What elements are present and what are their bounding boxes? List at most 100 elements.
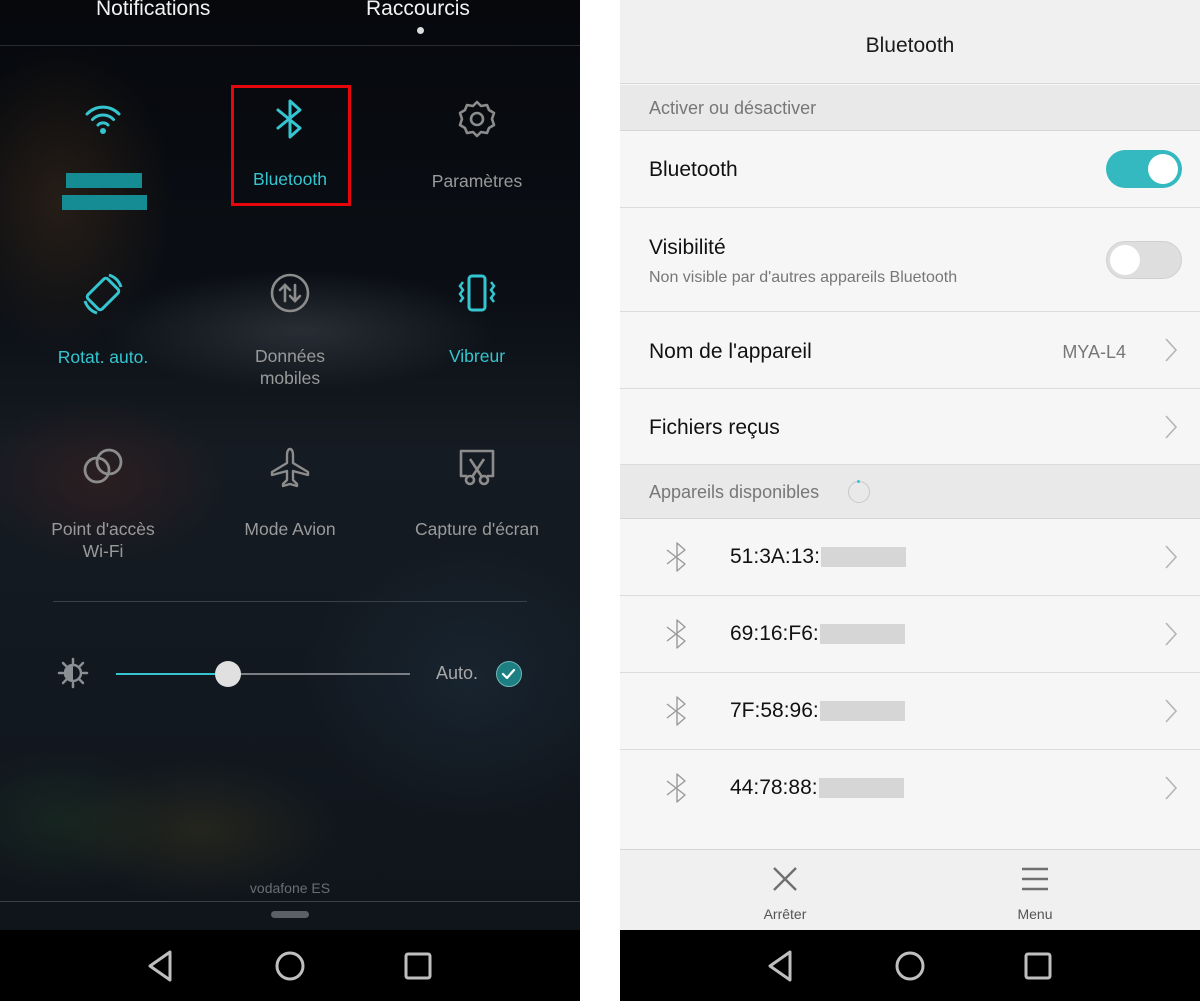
- tile-airplane-label: Mode Avion: [244, 519, 336, 539]
- wifi-signal-bars: [62, 173, 147, 210]
- device-list-item[interactable]: 51:3A:13:: [620, 519, 1200, 596]
- tile-mobile-data-label-2: mobiles: [259, 368, 321, 388]
- back-icon[interactable]: [764, 948, 800, 984]
- tile-airplane[interactable]: Mode Avion: [200, 446, 380, 540]
- list-item-partial: [620, 825, 1200, 850]
- menu-icon: [1022, 867, 1048, 891]
- auto-brightness-checkbox[interactable]: [496, 661, 522, 687]
- tab-notifications[interactable]: Notifications: [96, 0, 210, 21]
- chevron-right-icon: [1165, 415, 1178, 439]
- tile-auto-rotate[interactable]: Rotat. auto.: [13, 272, 193, 368]
- drag-handle[interactable]: [271, 911, 309, 918]
- check-icon: [501, 668, 516, 680]
- tile-hotspot[interactable]: Point d'accès Wi-Fi: [13, 446, 193, 562]
- bluetooth-toggle-row[interactable]: Bluetooth: [620, 131, 1200, 208]
- brightness-slider-thumb[interactable]: [214, 661, 241, 687]
- tab-shortcuts[interactable]: Raccourcis: [366, 0, 470, 21]
- tile-mobile-data[interactable]: Données mobiles: [200, 272, 380, 389]
- brightness-icon: [57, 657, 89, 689]
- tile-vibrate[interactable]: Vibreur: [387, 272, 567, 367]
- carrier-label: vodafone ES: [249, 880, 331, 896]
- wifi-icon: [85, 105, 121, 134]
- tile-settings-label: Paramètres: [431, 171, 523, 191]
- device-name-label: Nom de l'appareil: [649, 340, 812, 363]
- tile-settings[interactable]: Paramètres: [387, 98, 567, 192]
- tile-wifi[interactable]: [13, 100, 193, 136]
- back-icon[interactable]: [144, 948, 180, 984]
- airplane-icon: [270, 447, 310, 488]
- title-bar: Bluetooth: [620, 0, 1200, 84]
- auto-brightness-label: Auto.: [436, 663, 479, 683]
- bluetooth-settings-screen: Bluetooth Activer ou désactiver Bluetoot…: [620, 0, 1200, 1001]
- device-name-value: MYA-L4: [1062, 342, 1126, 362]
- chevron-right-icon: [1165, 622, 1178, 646]
- section-header-available: Appareils disponibles: [620, 465, 1200, 519]
- bluetooth-icon: [666, 542, 686, 572]
- recents-icon[interactable]: [400, 948, 436, 984]
- chevron-right-icon: [1165, 338, 1178, 362]
- navigation-bar: [0, 930, 580, 1001]
- device-mac-address: 7F:58:96:: [730, 699, 819, 722]
- loading-spinner-icon: [848, 480, 870, 503]
- hotspot-icon: [83, 448, 123, 484]
- highlight-box: [231, 85, 351, 206]
- device-mac-address: 51:3A:13:: [730, 545, 820, 568]
- redacted-block: [820, 624, 905, 644]
- stop-button-label: Arrêter: [763, 906, 807, 922]
- bluetooth-icon: [666, 619, 686, 649]
- brightness-slider[interactable]: [116, 661, 410, 687]
- tile-screenshot-label: Capture d'écran: [415, 519, 539, 539]
- brightness-slider-fill: [116, 673, 228, 675]
- bluetooth-row-label: Bluetooth: [649, 158, 738, 181]
- bluetooth-icon: [666, 696, 686, 726]
- tile-hotspot-label-1: Point d'accès: [51, 519, 155, 539]
- chevron-right-icon: [1165, 699, 1178, 723]
- shade-tabs: Notifications Raccourcis: [0, 0, 580, 46]
- redacted-block: [821, 547, 906, 567]
- received-files-label: Fichiers reçus: [649, 416, 780, 439]
- bottom-action-bar: Arrêter Menu: [620, 849, 1200, 930]
- data-arrows-icon: [270, 273, 310, 313]
- received-files-row[interactable]: Fichiers reçus: [620, 389, 1200, 465]
- visibility-switch[interactable]: [1106, 241, 1182, 279]
- screenshot-icon: [459, 449, 495, 486]
- tile-screenshot[interactable]: Capture d'écran: [387, 446, 567, 540]
- device-mac-address: 44:78:88:: [730, 776, 818, 799]
- recents-icon[interactable]: [1020, 948, 1056, 984]
- device-list-item[interactable]: 69:16:F6:: [620, 596, 1200, 673]
- switch-knob: [1110, 245, 1140, 275]
- chevron-right-icon: [1165, 776, 1178, 800]
- menu-button-label: Menu: [1017, 906, 1053, 922]
- visibility-row[interactable]: Visibilité Non visible par d'autres appa…: [620, 208, 1200, 312]
- tile-mobile-data-label-1: Données: [254, 346, 326, 366]
- section-header-label: Appareils disponibles: [649, 482, 820, 502]
- device-list-item[interactable]: 44:78:88:: [620, 750, 1200, 827]
- divider: [53, 601, 527, 602]
- divider: [0, 901, 580, 902]
- section-header-label: Activer ou désactiver: [649, 98, 817, 118]
- visibility-row-label: Visibilité: [649, 236, 726, 259]
- tile-vibrate-label: Vibreur: [448, 346, 506, 366]
- device-mac-address: 69:16:F6:: [730, 622, 819, 645]
- home-icon[interactable]: [892, 948, 928, 984]
- bluetooth-icon: [666, 773, 686, 803]
- page-title: Bluetooth: [865, 34, 955, 57]
- close-icon: [773, 867, 797, 891]
- switch-knob: [1148, 154, 1178, 184]
- bluetooth-switch[interactable]: [1106, 150, 1182, 188]
- home-icon[interactable]: [272, 948, 308, 984]
- active-tab-indicator: [417, 27, 424, 34]
- navigation-bar: [620, 930, 1200, 1001]
- visibility-row-sublabel: Non visible par d'autres appareils Bluet…: [649, 269, 958, 286]
- device-list-item[interactable]: 7F:58:96:: [620, 673, 1200, 750]
- tile-auto-rotate-label: Rotat. auto.: [57, 347, 149, 367]
- gear-icon: [458, 100, 496, 138]
- section-header-toggle: Activer ou désactiver: [620, 85, 1200, 131]
- redacted-block: [819, 778, 904, 798]
- rotate-icon: [83, 273, 123, 315]
- tile-hotspot-label-2: Wi-Fi: [82, 541, 124, 561]
- vibrate-icon: [458, 274, 496, 312]
- quick-settings-panel: Notifications Raccourcis Bluetooth Param…: [0, 0, 580, 1001]
- device-name-row[interactable]: Nom de l'appareil MYA-L4: [620, 312, 1200, 389]
- chevron-right-icon: [1165, 545, 1178, 569]
